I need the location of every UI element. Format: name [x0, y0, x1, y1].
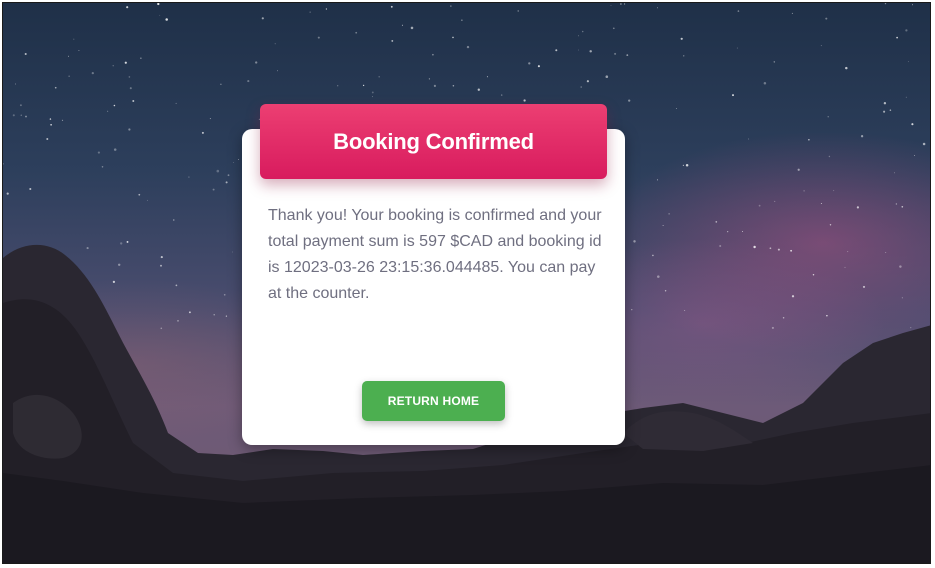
browser-viewport: Booking Confirmed Thank you! Your bookin…	[2, 2, 931, 564]
confirmation-message: Thank you! Your booking is confirmed and…	[268, 207, 602, 302]
card-header: Booking Confirmed	[260, 104, 607, 179]
card-title: Booking Confirmed	[333, 128, 534, 154]
return-home-button[interactable]: RETURN HOME	[362, 381, 505, 421]
